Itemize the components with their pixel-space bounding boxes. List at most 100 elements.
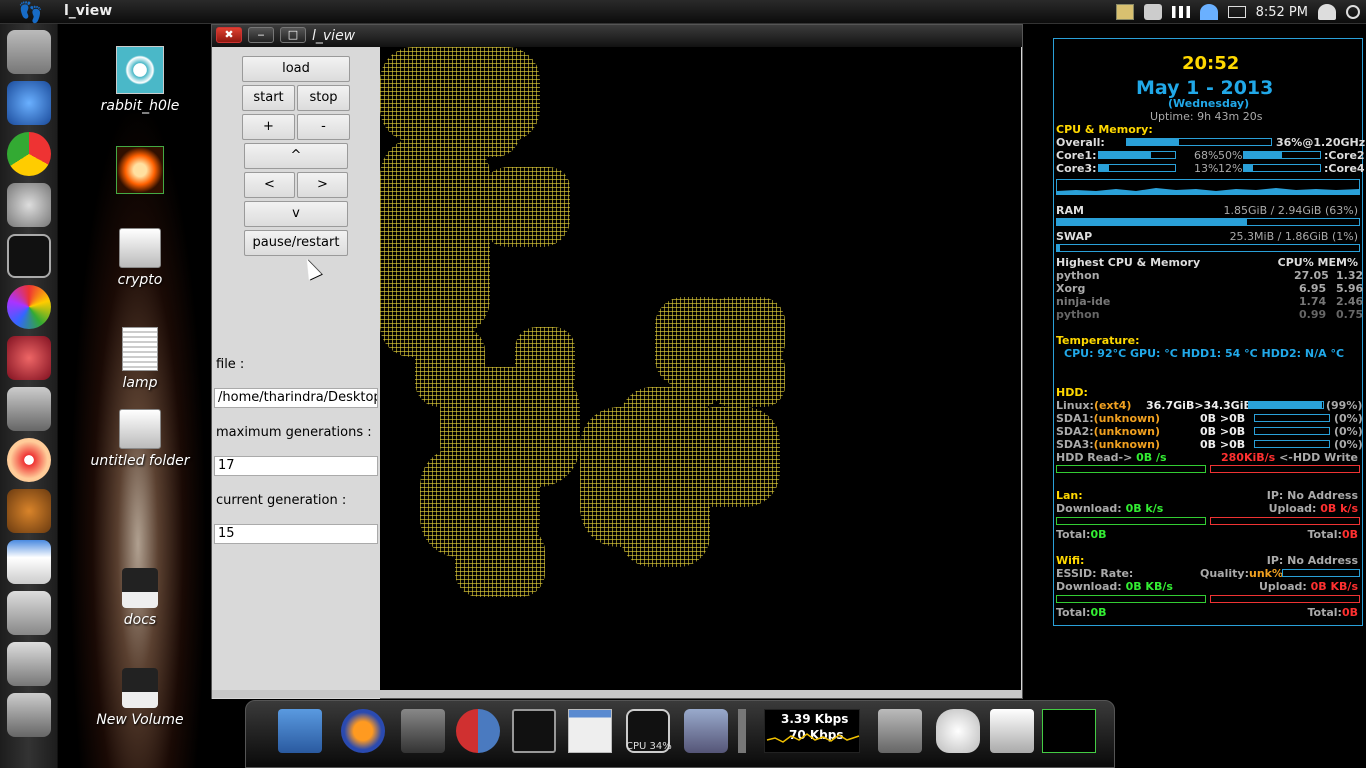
document-stack-icon[interactable] — [7, 540, 51, 584]
show-desktop-icon[interactable] — [278, 709, 322, 753]
stop-button[interactable]: stop — [297, 85, 350, 111]
hdd-read-label: HDD Read-> 0B /s — [1056, 451, 1167, 464]
spiral-image-icon — [116, 46, 164, 94]
thunderbird-icon[interactable] — [7, 81, 51, 125]
overall-value: 36%@1.20GHz — [1276, 136, 1366, 149]
stack-icon[interactable] — [7, 591, 51, 635]
mail-icon[interactable] — [1227, 6, 1246, 18]
pan-up-button[interactable]: ^ — [244, 143, 348, 169]
gnome-foot-icon[interactable] — [936, 709, 980, 753]
wifi-title: Wifi: — [1056, 554, 1085, 567]
clock[interactable]: 8:52 PM — [1256, 5, 1308, 20]
wifi-total-left: Total:0B — [1056, 606, 1107, 619]
skull-image-icon — [116, 146, 164, 194]
fractal-canvas[interactable] — [380, 47, 1021, 690]
settings-icon[interactable] — [7, 183, 51, 227]
terminal-icon[interactable] — [7, 234, 51, 278]
control-panel: load start stop + - ^ < > v pause/restar… — [212, 47, 380, 699]
picasa-icon[interactable] — [7, 285, 51, 329]
firefox-icon[interactable] — [341, 709, 385, 753]
python-icon[interactable] — [456, 709, 500, 753]
pan-down-button[interactable]: v — [244, 201, 348, 227]
wifi-essid: ESSID: Rate: — [1056, 567, 1134, 580]
chrome-icon[interactable] — [7, 132, 51, 176]
current-generation-field[interactable]: 15 — [214, 524, 378, 544]
core2-pct: 50% — [1218, 149, 1243, 162]
hdd-pct: (0%) — [1334, 438, 1363, 451]
proc-cpu: 27.05 — [1294, 269, 1329, 282]
zoom-out-button[interactable]: - — [297, 114, 350, 140]
start-button[interactable]: start — [242, 85, 295, 111]
core3-pct: 13% — [1194, 162, 1219, 175]
core3-bar — [1098, 164, 1176, 172]
stack-icon-3[interactable] — [7, 693, 51, 737]
folder-icon[interactable] — [990, 709, 1034, 753]
pan-right-button[interactable]: > — [297, 172, 348, 198]
stack-icon-2[interactable] — [7, 642, 51, 686]
max-generations-label: maximum generations : — [216, 425, 372, 440]
hdd-write-label: 280KiB/s <-HDD Write — [1221, 451, 1358, 464]
signal-icon[interactable] — [1171, 6, 1190, 18]
monitor-icon[interactable] — [1115, 4, 1134, 20]
files-icon[interactable] — [7, 30, 51, 74]
window-icon[interactable] — [568, 709, 612, 753]
core3-label: Core3: — [1056, 162, 1097, 175]
core4-bar — [1243, 164, 1321, 172]
hdd-used: 36.7GiB>34.3GiB — [1146, 399, 1252, 412]
proc-mem: 2.46 — [1336, 295, 1364, 308]
app-red-icon[interactable] — [7, 336, 51, 380]
pause-restart-button[interactable]: pause/restart — [244, 230, 348, 256]
workspace-switcher-icon[interactable] — [1042, 709, 1096, 753]
desktop-icon-docs[interactable]: docs — [85, 568, 195, 628]
cpu-mem-title: CPU & Memory: — [1056, 123, 1153, 136]
power-icon[interactable] — [1346, 5, 1360, 19]
proc-name: ninja-ide — [1056, 295, 1111, 308]
core2-bar — [1243, 151, 1321, 159]
zoom-in-button[interactable]: + — [242, 114, 295, 140]
overall-cpu-bar — [1126, 138, 1272, 146]
hdd-used: 0B >0B — [1200, 412, 1246, 425]
core1-label: Core1: — [1056, 149, 1097, 162]
window-maximize-button[interactable]: □ — [280, 27, 306, 43]
desktop-icon-skull[interactable] — [85, 146, 195, 198]
hdd-bar — [1254, 414, 1330, 422]
network-manager-icon[interactable] — [684, 709, 728, 753]
ram-value: 1.85GiB / 2.94GiB (63%) — [1223, 204, 1358, 217]
gnome-foot-icon[interactable]: 👣 — [18, 1, 43, 23]
proc-name: Xorg — [1056, 282, 1086, 295]
system-tray: 8:52 PM — [1115, 2, 1360, 22]
terminal-icon[interactable] — [512, 709, 556, 753]
monitor-icon[interactable] — [878, 709, 922, 753]
proc-cpu: 0.99 — [1299, 308, 1327, 321]
max-generations-field[interactable]: 17 — [214, 456, 378, 476]
window-titlebar[interactable]: ✖ ‒ □ l_view — [212, 25, 1022, 47]
hdd-bar — [1254, 427, 1330, 435]
lan-download: Download: 0B k/s — [1056, 502, 1164, 515]
pan-left-button[interactable]: < — [244, 172, 295, 198]
user-icon[interactable] — [1318, 4, 1336, 20]
lan-total-right: Total:0B — [1307, 528, 1359, 541]
cpu-history-graph — [1056, 179, 1360, 195]
ubuntu-icon[interactable] — [7, 489, 51, 533]
desktop-icon-untitled-folder[interactable]: untitled folder — [85, 409, 195, 469]
network-icon[interactable] — [1199, 4, 1218, 20]
media-icon[interactable] — [7, 387, 51, 431]
load-button[interactable]: load — [242, 56, 350, 82]
image-viewer-icon[interactable] — [401, 709, 445, 753]
proc-name: python — [1056, 269, 1100, 282]
disc-icon[interactable] — [7, 438, 51, 482]
proc-cpu: 6.95 — [1299, 282, 1327, 295]
core4-pct: 12% — [1218, 162, 1243, 175]
network-speed-widget[interactable]: 3.39 Kbps 70 Kbps — [764, 709, 860, 753]
desktop-icon-rabbit[interactable]: rabbit_h0le — [85, 46, 195, 114]
volume-icon[interactable] — [738, 709, 746, 753]
window-close-button[interactable]: ✖ — [216, 27, 242, 43]
printer-icon[interactable] — [1143, 4, 1162, 20]
desktop-icon-new-volume[interactable]: New Volume — [85, 668, 195, 728]
desktop-icon-crypto[interactable]: crypto — [85, 228, 195, 288]
folder-icon — [119, 409, 161, 449]
window-minimize-button[interactable]: ‒ — [248, 27, 274, 43]
desktop: rabbit_h0le crypto lamp untitled folder … — [58, 24, 213, 768]
file-path-field[interactable]: /home/tharindra/Desktop/r — [214, 388, 378, 408]
desktop-icon-lamp[interactable]: lamp — [85, 327, 195, 391]
